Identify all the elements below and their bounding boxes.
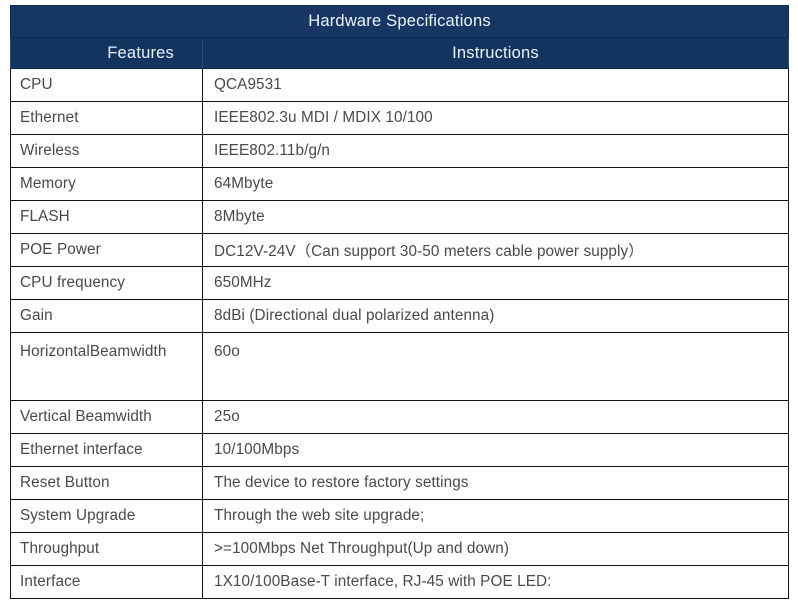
cell-instruction: 8dBi (Directional dual polarized antenna… <box>201 299 790 333</box>
cell-feature: Reset Button <box>10 466 203 500</box>
cell-instruction: 8Mbyte <box>201 200 790 234</box>
cell-instruction: IEEE802.11b/g/n <box>201 134 790 168</box>
cell-instruction: 650MHz <box>201 266 790 300</box>
cell-feature: HorizontalBeamwidth <box>10 332 203 401</box>
cell-feature: Interface <box>10 565 203 599</box>
cell-feature: Gain <box>10 299 203 333</box>
cell-instruction: 25o <box>201 400 790 434</box>
cell-instruction: >=100Mbps Net Throughput(Up and down) <box>201 532 790 566</box>
cell-instruction: 64Mbyte <box>201 167 790 201</box>
table-row: POE Power DC12V-24V（Can support 30-50 met… <box>10 233 790 267</box>
column-header-features: Features <box>10 37 203 69</box>
table-title-row: Hardware Specifications <box>9 5 790 38</box>
cell-feature: Memory <box>10 167 203 201</box>
cell-feature: CPU <box>10 68 203 102</box>
cell-feature: Vertical Beamwidth <box>10 400 203 434</box>
table-row: CPU frequency 650MHz <box>10 266 790 300</box>
table-row: Reset Button The device to restore factor… <box>10 466 790 500</box>
table-body: CPU QCA9531 Ethernet IEEE802.3u MDI / MDIX … <box>10 68 790 599</box>
cell-feature: Ethernet interface <box>10 433 203 467</box>
cell-instruction: DC12V-24V（Can support 30-50 meters cable… <box>201 233 790 267</box>
table-row: Ethernet IEEE802.3u MDI / MDIX 10/100 <box>10 101 790 135</box>
cell-feature: Throughput <box>10 532 203 566</box>
table-row: Wireless IEEE802.11b/g/n <box>10 134 790 168</box>
table-row: Ethernet interface 10/100Mbps <box>10 433 790 467</box>
table-header: Hardware Specifications Features Instruc… <box>9 5 790 69</box>
cell-feature: FLASH <box>10 200 203 234</box>
cell-feature: CPU frequency <box>10 266 203 300</box>
cell-feature: System Upgrade <box>10 499 203 533</box>
cell-feature: POE Power <box>10 233 203 267</box>
hardware-specifications-panel: Hardware Specifications Features Instruc… <box>9 5 790 599</box>
cell-instruction: QCA9531 <box>201 68 790 102</box>
table-column-header-row: Features Instructions <box>10 37 790 69</box>
cell-instruction: 10/100Mbps <box>201 433 790 467</box>
table-row: CPU QCA9531 <box>10 68 790 102</box>
cell-feature: Ethernet <box>10 101 203 135</box>
table-row: Memory 64Mbyte <box>10 167 790 201</box>
table-row: System Upgrade Through the web site upgra… <box>10 499 790 533</box>
table-row: HorizontalBeamwidth 60o <box>10 332 790 401</box>
table-row: FLASH 8Mbyte <box>10 200 790 234</box>
table-row: Vertical Beamwidth 25o <box>10 400 790 434</box>
table-title: Hardware Specifications <box>9 5 790 38</box>
cell-instruction: Through the web site upgrade; <box>201 499 790 533</box>
table-row: Gain 8dBi (Directional dual polarized ant… <box>10 299 790 333</box>
table-row: Interface 1X10/100Base-T interface, RJ-45… <box>10 565 790 599</box>
column-header-instructions: Instructions <box>201 37 790 69</box>
cell-instruction: IEEE802.3u MDI / MDIX 10/100 <box>201 101 790 135</box>
cell-instruction: The device to restore factory settings <box>201 466 790 500</box>
cell-feature: Wireless <box>10 134 203 168</box>
table-row: Throughput >=100Mbps Net Throughput(Up an… <box>10 532 790 566</box>
hardware-specifications-table: Hardware Specifications Features Instruc… <box>9 5 790 599</box>
cell-instruction: 60o <box>201 332 790 401</box>
cell-instruction: 1X10/100Base-T interface, RJ-45 with POE… <box>201 565 790 599</box>
